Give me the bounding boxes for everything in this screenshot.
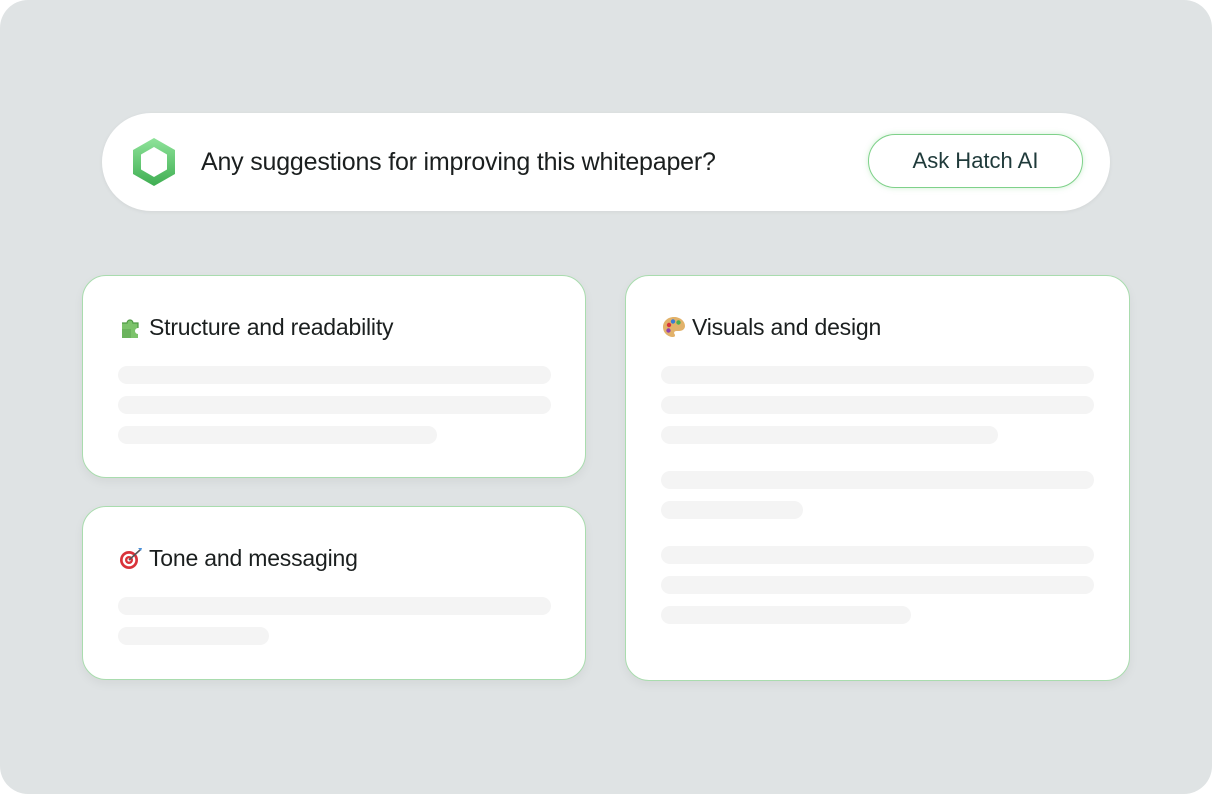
placeholder-line [661,426,998,444]
placeholder-line [661,471,1094,489]
card-title-tone: Tone and messaging [118,543,358,573]
suggestion-card-visuals[interactable]: Visuals and design [625,275,1130,681]
prompt-question: Any suggestions for improving this white… [201,148,716,176]
card-title-text: Visuals and design [692,314,882,340]
placeholder-line [661,576,1094,594]
card-title-structure: Structure and readability [118,312,394,342]
placeholder-line [661,546,1094,564]
hatch-hexagon-logo-icon [133,138,175,186]
card-title-text: Tone and messaging [149,545,358,571]
card-title-visuals: Visuals and design [661,312,881,342]
suggestion-card-tone[interactable]: Tone and messaging [82,506,586,680]
placeholder-line [661,501,803,519]
placeholder-line [118,627,269,645]
card-title-text: Structure and readability [149,314,394,340]
suggestion-card-structure[interactable]: Structure and readability [82,275,586,478]
placeholder-line [661,606,911,624]
placeholder-line [118,597,551,615]
placeholder-line [118,396,551,414]
ask-hatch-ai-button[interactable]: Ask Hatch AI [868,134,1083,188]
app-frame: Any suggestions for improving this white… [0,0,1212,794]
placeholder-line [661,396,1094,414]
placeholder-line [118,366,551,384]
palette-icon [663,317,685,337]
puzzle-piece-icon [122,319,139,338]
target-icon [120,548,142,569]
placeholder-line [118,426,437,444]
placeholder-line [661,366,1094,384]
